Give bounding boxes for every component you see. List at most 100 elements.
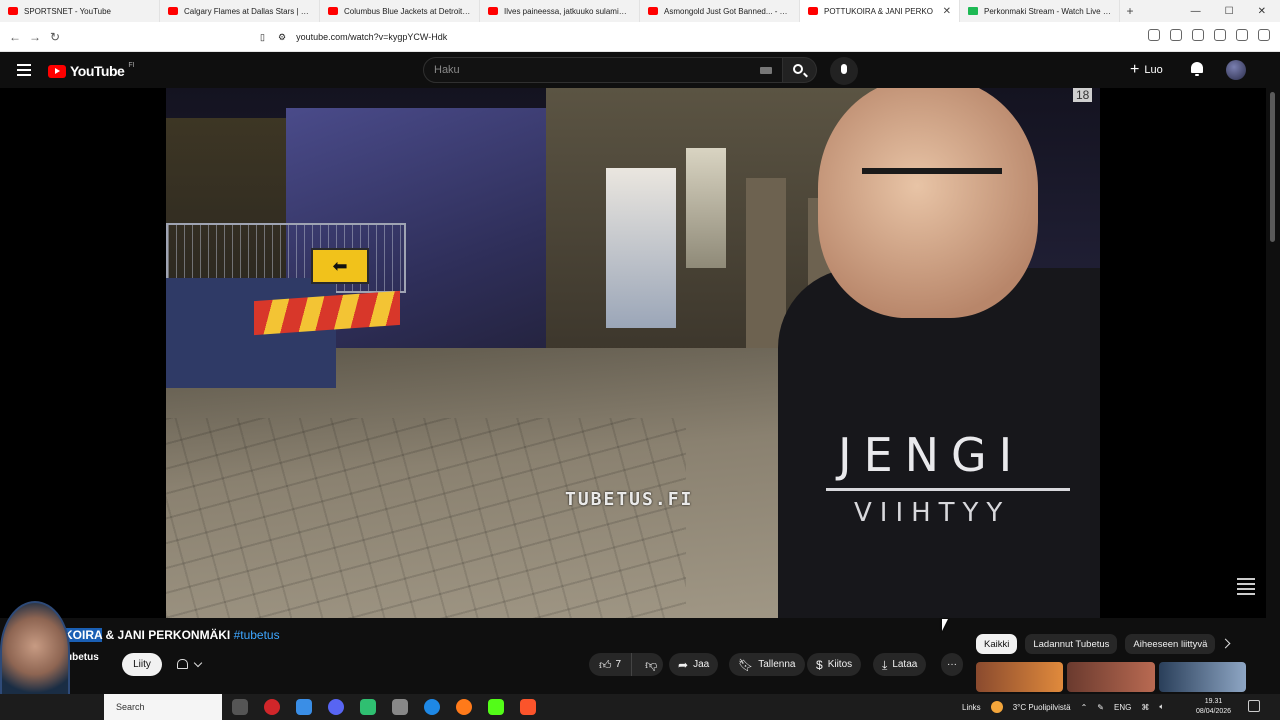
taskbar-search-placeholder: Search <box>116 702 145 712</box>
head <box>818 88 1038 318</box>
network-icon[interactable]: ⌘ <box>1141 703 1149 712</box>
super-thanks-icon: $ <box>816 657 823 672</box>
search-button[interactable] <box>783 57 817 83</box>
new-tab-button[interactable]: + <box>1120 4 1140 18</box>
url-text: youtube.com/watch?v=kygpYCW-Hdk <box>296 32 448 42</box>
system-clock[interactable]: 19.31 08/04/2026 <box>1196 697 1231 717</box>
notification-center-icon[interactable] <box>1248 700 1260 712</box>
subscribed-button[interactable] <box>170 653 212 676</box>
voice-search-button[interactable] <box>830 57 858 85</box>
sidebar-icon[interactable] <box>1192 29 1204 41</box>
discord-icon[interactable] <box>328 699 344 715</box>
download-label: Lataa <box>892 659 918 670</box>
kick-icon <box>968 7 978 15</box>
chip-uploaded-by[interactable]: Ladannut Tubetus <box>1025 634 1118 654</box>
hashtag-link[interactable]: #tubetus <box>234 628 280 642</box>
video-player[interactable]: ⬅ JENGI VIIHTYY 18 TUBETUS.FI <box>166 88 1100 618</box>
wallet-icon[interactable] <box>1214 29 1226 41</box>
chip-related[interactable]: Aiheeseen liittyvä <box>1125 634 1216 654</box>
kick-icon[interactable] <box>488 699 504 715</box>
page-scrollbar[interactable] <box>1266 88 1280 698</box>
join-button[interactable]: Liity <box>122 653 162 676</box>
menu-icon[interactable] <box>1258 29 1270 41</box>
back-icon[interactable]: ← <box>5 30 25 44</box>
create-button[interactable]: + Luo <box>1130 60 1163 80</box>
tab-title: Perkonmaki Stream - Watch Live on <box>984 6 1111 16</box>
taskbar-search-input[interactable]: Search <box>104 694 222 720</box>
browser-tab[interactable]: Calgary Flames at Dallas Stars | FULL <box>160 0 320 22</box>
bookmark-icon: 🔖︎ <box>738 657 754 672</box>
url-field[interactable]: ▯ ⚙ youtube.com/watch?v=kygpYCW-Hdk <box>260 27 998 47</box>
chip-all[interactable]: Kaikki <box>976 634 1018 654</box>
search-input[interactable]: Haku <box>423 57 783 83</box>
video-title: TUKOIRA & JANI PERKONMÄKI #tubetus <box>48 628 280 642</box>
reload-icon[interactable]: ↻ <box>45 30 65 44</box>
pen-icon[interactable]: ✎ <box>1097 703 1104 712</box>
forward-icon[interactable]: → <box>25 30 45 44</box>
vpn-icon[interactable] <box>1236 29 1248 41</box>
browser-tab[interactable]: Asmongold Just Got Banned... - You <box>640 0 800 22</box>
close-tab-icon[interactable]: ✕ <box>943 6 951 17</box>
youtube-icon <box>328 7 338 15</box>
miniplayer-icon[interactable] <box>1237 578 1255 600</box>
related-video-thumbnail[interactable] <box>1158 662 1246 692</box>
youtube-icon <box>8 7 18 15</box>
share-button[interactable]: ➦ Jaa <box>669 653 719 676</box>
thanks-button[interactable]: $ Kiitos <box>807 653 862 676</box>
close-window-icon[interactable]: ✕ <box>1258 6 1266 17</box>
volume-icon[interactable]: 🔈︎ <box>1159 702 1164 712</box>
chevron-up-icon[interactable]: ⌃ <box>1081 703 1088 712</box>
like-button[interactable]: 👍︎ 7 <box>589 653 633 676</box>
scroll-thumb[interactable] <box>1270 92 1275 242</box>
app-icon[interactable] <box>360 699 376 715</box>
keyboard-icon[interactable] <box>760 67 772 74</box>
pedestrian-sign-icon: ⬅ <box>311 248 369 284</box>
browser-tabbar: SPORTSNET - YouTube Calgary Flames at Da… <box>0 0 1280 22</box>
video-watermark: TUBETUS.FI <box>565 489 694 510</box>
brave-icon[interactable] <box>520 699 536 715</box>
browser-tab-active[interactable]: POTTUKOIRA & JANI PERKO ✕ <box>800 0 960 22</box>
bookmark-icon[interactable]: ▯ <box>260 32 265 43</box>
clock-time: 19.31 <box>1204 698 1223 705</box>
related-video-thumbnail[interactable] <box>976 662 1064 692</box>
window-controls: — ☐ ✕ <box>1191 6 1280 17</box>
youtube-logo[interactable]: YouTube FI <box>48 61 135 79</box>
extension-icon[interactable] <box>1170 29 1182 41</box>
firefox-icon[interactable] <box>456 699 472 715</box>
browser-tab[interactable]: SPORTSNET - YouTube <box>0 0 160 22</box>
mouse-cursor-icon <box>942 619 948 631</box>
extension-icon[interactable] <box>1148 29 1160 41</box>
video-scene-window <box>606 168 676 328</box>
opera-icon[interactable] <box>264 699 280 715</box>
save-label: Tallenna <box>758 659 796 670</box>
app-icon[interactable] <box>392 699 408 715</box>
related-thumbnails <box>976 662 1246 692</box>
clock-date: 08/04/2026 <box>1196 708 1232 715</box>
related-video-thumbnail[interactable] <box>1067 662 1155 692</box>
browser-addressbar: ← → ↻ ▯ ⚙ youtube.com/watch?v=kygpYCW-Hd… <box>0 22 1280 52</box>
save-button[interactable]: 🔖︎ Tallenna <box>729 653 805 676</box>
maximize-icon[interactable]: ☐ <box>1225 6 1234 17</box>
browser-tab[interactable]: Ilves paineessa, jatkuuko sulaminen <box>480 0 640 22</box>
region-code: FI <box>128 61 135 69</box>
minimize-icon[interactable]: — <box>1191 6 1201 17</box>
weather-text[interactable]: 3°C Puolipilvistä <box>1013 703 1071 712</box>
create-label: Luo <box>1144 64 1163 76</box>
channel-name[interactable]: ubetus <box>66 652 99 663</box>
browser-tab[interactable]: Columbus Blue Jackets at Detroit Re <box>320 0 480 22</box>
site-info-icon[interactable]: ⚙ <box>278 32 286 43</box>
weather-icon <box>990 701 1003 713</box>
more-actions-button[interactable]: ··· <box>941 653 963 676</box>
language-indicator[interactable]: ENG <box>1114 703 1131 712</box>
menu-icon[interactable] <box>17 64 31 76</box>
edge-icon[interactable] <box>424 699 440 715</box>
dislike-button[interactable]: 👎︎ <box>637 659 665 671</box>
task-view-icon[interactable] <box>232 699 248 715</box>
browser-tab[interactable]: Perkonmaki Stream - Watch Live on <box>960 0 1120 22</box>
app-icon[interactable] <box>296 699 312 715</box>
links-toolbar[interactable]: Links <box>962 703 981 712</box>
taskbar-apps <box>232 699 536 715</box>
avatar[interactable] <box>1226 60 1246 80</box>
download-button[interactable]: ⤓ Lataa <box>873 653 927 676</box>
notifications-icon[interactable] <box>1190 62 1204 76</box>
